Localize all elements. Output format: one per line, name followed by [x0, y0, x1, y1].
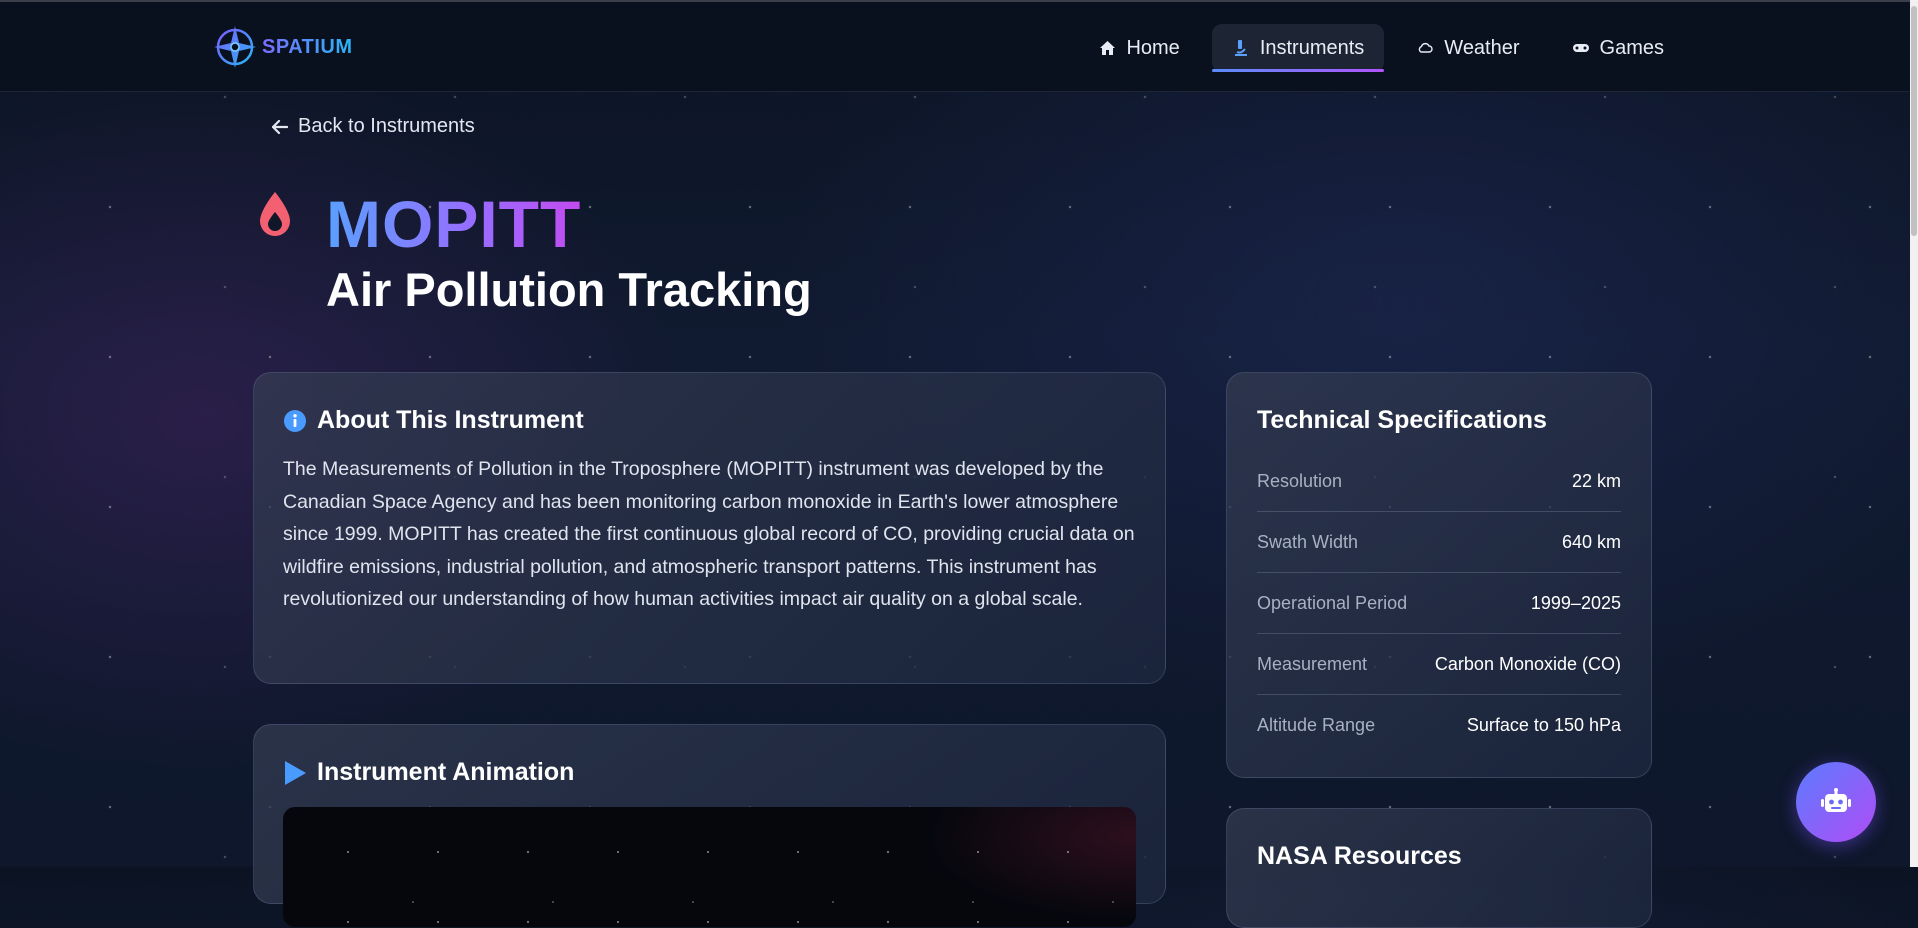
nav-label-weather: Weather	[1444, 36, 1520, 59]
nav-item-home[interactable]: Home	[1078, 24, 1199, 72]
spec-label: Operational Period	[1257, 592, 1408, 613]
spec-row-altitude-range: Altitude Range Surface to 150 hPa	[1257, 695, 1621, 755]
technical-specifications-card: Technical Specifications Resolution 22 k…	[1226, 372, 1652, 778]
nav-item-instruments[interactable]: Instruments	[1211, 24, 1385, 72]
nav-item-weather[interactable]: Weather	[1396, 24, 1539, 72]
back-link-label: Back to Instruments	[298, 115, 475, 137]
nav-item-games[interactable]: Games	[1552, 24, 1684, 72]
robot-icon	[1821, 788, 1851, 812]
about-description: The Measurements of Pollution in the Tro…	[283, 458, 1135, 611]
scrollbar-thumb[interactable]	[1911, 6, 1917, 236]
spec-label: Measurement	[1257, 653, 1368, 674]
animation-viewer[interactable]	[283, 807, 1136, 927]
about-heading-label: About This Instrument	[317, 406, 584, 434]
page-scrollbar[interactable]	[1910, 0, 1918, 867]
spec-label: Resolution	[1257, 470, 1343, 491]
nav-label-home: Home	[1126, 36, 1180, 59]
spec-row-operational-period: Operational Period 1999–2025	[1257, 573, 1621, 634]
cloud-icon	[1416, 39, 1434, 57]
droplet-icon	[260, 192, 290, 236]
chatbot-button[interactable]	[1796, 762, 1876, 842]
nasa-resources-card: NASA Resources	[1226, 808, 1652, 928]
spec-value: Carbon Monoxide (CO)	[1434, 653, 1621, 674]
spec-value: 1999–2025	[1530, 592, 1621, 613]
spec-row-measurement: Measurement Carbon Monoxide (CO)	[1257, 634, 1621, 695]
back-to-instruments-link[interactable]: Back to Instruments	[272, 115, 475, 138]
microscope-icon	[1232, 39, 1250, 57]
spec-row-resolution: Resolution 22 km	[1257, 451, 1621, 512]
brand-logo[interactable]: SPATIUM	[212, 24, 353, 70]
specs-heading: Technical Specifications	[1257, 406, 1547, 434]
nav-label-instruments: Instruments	[1259, 36, 1365, 59]
about-heading: About This Instrument	[283, 406, 1136, 435]
play-icon	[285, 760, 306, 785]
instrument-animation-card: Instrument Animation	[253, 724, 1166, 927]
arrow-left-icon	[272, 119, 288, 134]
spec-row-swath-width: Swath Width 640 km	[1257, 512, 1621, 573]
nav-label-games: Games	[1599, 36, 1664, 59]
specs-list: Resolution 22 km Swath Width 640 km Oper…	[1257, 451, 1621, 755]
spec-label: Altitude Range	[1257, 714, 1376, 735]
page-title: MOPITT	[326, 187, 582, 261]
spec-label: Swath Width	[1257, 531, 1359, 552]
spec-value: Surface to 150 hPa	[1466, 714, 1621, 735]
about-instrument-card: About This Instrument The Measurements o…	[253, 372, 1166, 684]
spec-value: 22 km	[1571, 470, 1621, 491]
spec-value: 640 km	[1561, 531, 1621, 552]
animation-heading-label: Instrument Animation	[317, 758, 575, 786]
info-icon	[284, 409, 306, 432]
animation-heading: Instrument Animation	[283, 758, 1136, 787]
compass-logo-icon	[214, 26, 256, 68]
page-subtitle: Air Pollution Tracking	[326, 263, 812, 316]
main-nav: Home Instruments Weather Games	[1078, 24, 1684, 72]
top-navigation-bar: SPATIUM Home Instruments Weather Games	[0, 0, 1910, 92]
gamepad-icon	[1572, 39, 1590, 57]
brand-name: SPATIUM	[262, 35, 353, 58]
home-icon	[1098, 39, 1116, 57]
